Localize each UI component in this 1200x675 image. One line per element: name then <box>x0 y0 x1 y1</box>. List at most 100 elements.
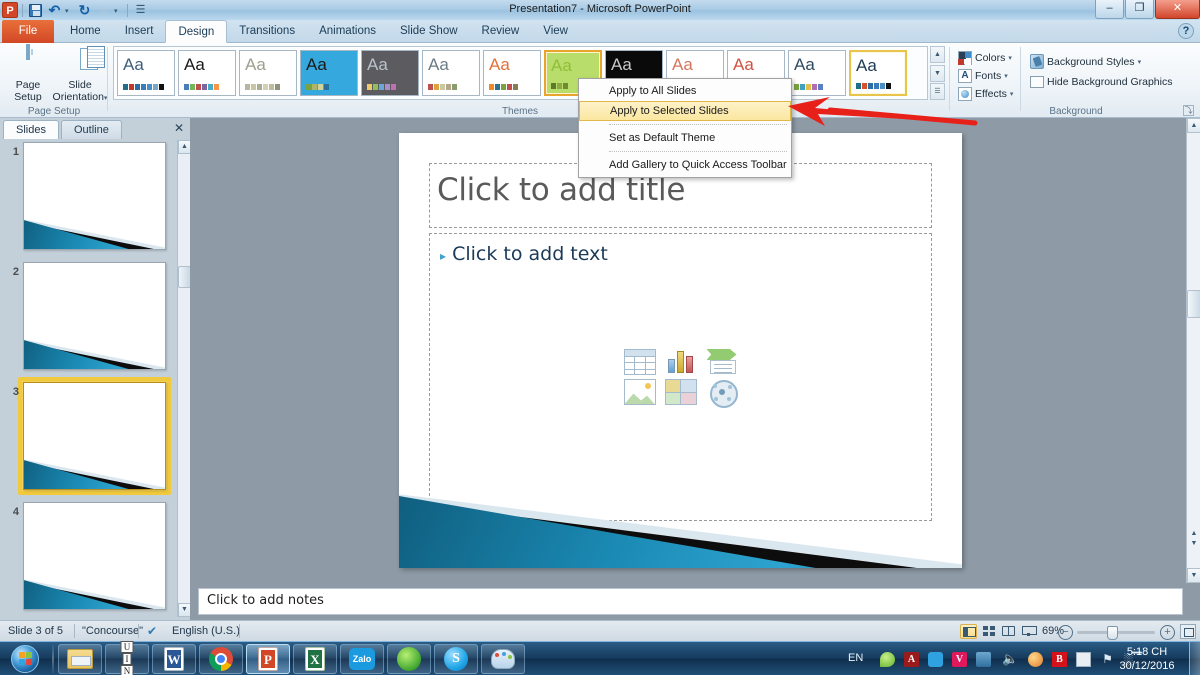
antivirus-icon[interactable] <box>1028 652 1043 667</box>
themes-gallery[interactable]: Aa Aa Aa Aa Aa Aa Aa Aa Aa Aa Aa Aa Aa <box>113 46 928 100</box>
taskbar-microsoft-powerpoint[interactable]: P <box>246 644 290 674</box>
tab-slide-show[interactable]: Slide Show <box>388 20 470 43</box>
tab-transitions[interactable]: Transitions <box>227 20 307 43</box>
theme-thumbnail-austin[interactable]: Aa <box>483 50 541 96</box>
theme-thumbnail-concourse[interactable]: Aa <box>849 50 907 96</box>
spellcheck-icon[interactable] <box>146 624 161 639</box>
scrollbar-thumb[interactable] <box>1187 290 1200 318</box>
tray-green-icon[interactable] <box>880 652 895 667</box>
themes-scroll-down-icon[interactable]: ▼ <box>930 64 945 82</box>
theme-fonts-button[interactable]: A Fonts ▾ <box>958 67 1008 84</box>
slides-panel-scrollbar[interactable]: ▲ ▼ <box>177 140 191 617</box>
taskbar-green-app[interactable] <box>387 644 431 674</box>
view-slide-sorter-button[interactable] <box>980 624 997 639</box>
insert-chart-icon[interactable] <box>665 349 697 375</box>
tab-view[interactable]: View <box>531 20 580 43</box>
theme-thumbnail-aspect[interactable]: Aa <box>422 50 480 96</box>
zoom-slider-handle[interactable] <box>1107 626 1118 640</box>
insert-media-clip-icon[interactable] <box>706 379 738 408</box>
theme-thumbnail-office[interactable]: Aa <box>117 50 175 96</box>
menu-item-set-as-default-theme[interactable]: Set as Default Theme <box>579 128 791 148</box>
slide-orientation-button[interactable]: Slide Orientation▾ <box>52 46 108 103</box>
background-dialog-launcher[interactable]: ⤵ <box>1183 105 1194 116</box>
slide-thumbnail-item[interactable]: 4 <box>2 500 177 617</box>
background-styles-button[interactable]: Background Styles ▾ <box>1030 53 1141 70</box>
taskbar-google-chrome[interactable] <box>199 644 243 674</box>
hide-background-graphics-checkbox[interactable]: Hide Background Graphics <box>1030 73 1172 90</box>
previous-next-slide-buttons[interactable]: ▲ ▼ <box>1187 529 1200 549</box>
scroll-down-icon[interactable]: ▼ <box>1187 568 1200 583</box>
taskbar-windows-explorer[interactable] <box>58 644 102 674</box>
theme-thumbnail-apex[interactable]: Aa <box>300 50 358 96</box>
slides-panel-tabs: Slides Outline <box>3 120 124 139</box>
slide-orientation-label-1: Slide <box>68 79 92 91</box>
help-icon[interactable]: ? <box>1178 23 1194 39</box>
taskbar-skype[interactable]: S <box>434 644 478 674</box>
start-button[interactable] <box>4 642 50 675</box>
menu-label: Add Gallery to Quick Access Toolbar <box>609 159 787 171</box>
zoom-in-button[interactable]: + <box>1160 625 1175 640</box>
tab-outline[interactable]: Outline <box>60 120 122 139</box>
volume-icon[interactable]: 🔈 <box>1002 652 1018 667</box>
fit-slide-to-window-icon[interactable] <box>1180 624 1196 639</box>
scroll-up-icon[interactable]: ▲ <box>1187 118 1200 133</box>
tab-animations[interactable]: Animations <box>307 20 388 43</box>
tab-home[interactable]: Home <box>58 20 113 43</box>
language-indicator[interactable]: English (U.S.) <box>172 624 240 639</box>
slide-thumbnail-item[interactable]: 3 <box>2 377 177 500</box>
insert-smartart-icon[interactable] <box>706 349 738 375</box>
tab-insert[interactable]: Insert <box>113 20 166 43</box>
menu-item-add-gallery-to-quick-access-toolbar[interactable]: Add Gallery to Quick Access Toolbar <box>579 155 791 175</box>
safely-remove-icon[interactable] <box>1076 652 1091 667</box>
close-panel-icon[interactable]: ✕ <box>174 121 184 135</box>
minimize-button[interactable]: – <box>1095 0 1124 19</box>
slide-thumbnail-item[interactable]: 1 <box>2 140 177 260</box>
bkav-icon[interactable]: B <box>1052 652 1067 667</box>
theme-colors-button[interactable]: Colors ▾ <box>958 49 1012 66</box>
tab-review[interactable]: Review <box>470 20 532 43</box>
taskbar-microsoft-excel[interactable]: X <box>293 644 337 674</box>
maximize-button[interactable]: ❐ <box>1125 0 1154 19</box>
view-reading-button[interactable] <box>1000 624 1017 639</box>
slide-area-scrollbar[interactable]: ▲ ▲ ▼ ▼ <box>1186 118 1200 583</box>
taskbar-microsoft-word[interactable]: W <box>152 644 196 674</box>
v-app-icon[interactable]: V <box>952 652 967 667</box>
slide-thumbnail-item[interactable]: 2 <box>2 260 177 380</box>
slide-thumbnail-list[interactable]: 1 2 3 4 <box>2 140 177 617</box>
page-setup-icon <box>4 44 52 78</box>
taskbar-zalo[interactable]: Zalo <box>340 644 384 674</box>
messenger-icon[interactable] <box>928 652 943 667</box>
clock[interactable]: 5:18 CH 30/12/2016 <box>1110 645 1184 673</box>
page-setup-button[interactable]: Page Setup <box>4 44 52 103</box>
themes-scroll-up-icon[interactable]: ▲ <box>930 46 945 63</box>
slide-number: 1 <box>12 146 19 158</box>
theme-thumbnail-adjacency[interactable]: Aa <box>178 50 236 96</box>
close-button[interactable]: ✕ <box>1155 0 1200 19</box>
view-normal-button[interactable] <box>960 624 977 639</box>
insert-clipart-icon[interactable] <box>664 379 697 405</box>
theme-thumbnail-angles[interactable]: Aa <box>239 50 297 96</box>
insert-table-icon[interactable] <box>623 349 656 375</box>
show-desktop-button[interactable] <box>1189 642 1200 675</box>
menu-item-apply-to-all-slides[interactable]: Apply to All Slides <box>579 81 791 101</box>
theme-sample-text: Aa <box>123 55 144 74</box>
notes-input[interactable]: Click to add notes <box>198 588 1183 615</box>
theme-thumbnail-concourse-alt[interactable]: Aa <box>788 50 846 96</box>
tab-slides[interactable]: Slides <box>3 120 59 139</box>
insert-picture-icon[interactable] <box>623 379 656 405</box>
theme-effects-button[interactable]: Effects ▾ <box>958 85 1013 102</box>
tab-design[interactable]: Design <box>165 20 228 43</box>
network-icon[interactable] <box>976 652 991 667</box>
tray-language-indicator[interactable]: EN <box>848 652 863 664</box>
zoom-out-button[interactable]: − <box>1058 625 1073 640</box>
taskbar-paint[interactable] <box>481 644 525 674</box>
adobe-reader-icon[interactable]: A <box>904 652 919 667</box>
theme-background-graphic <box>24 573 165 609</box>
taskbar-unikey[interactable]: UI N <box>105 641 149 675</box>
theme-thumbnail-apothecary[interactable]: Aa <box>361 50 419 96</box>
current-slide[interactable]: Click to add title ▸ Click to add text <box>399 133 962 568</box>
slide-thumbnail-preview <box>23 262 166 370</box>
tab-file[interactable]: File <box>2 20 54 43</box>
menu-item-apply-to-selected-slides[interactable]: Apply to Selected Slides <box>579 101 791 121</box>
themes-more-icon[interactable]: ☰ <box>930 83 945 100</box>
